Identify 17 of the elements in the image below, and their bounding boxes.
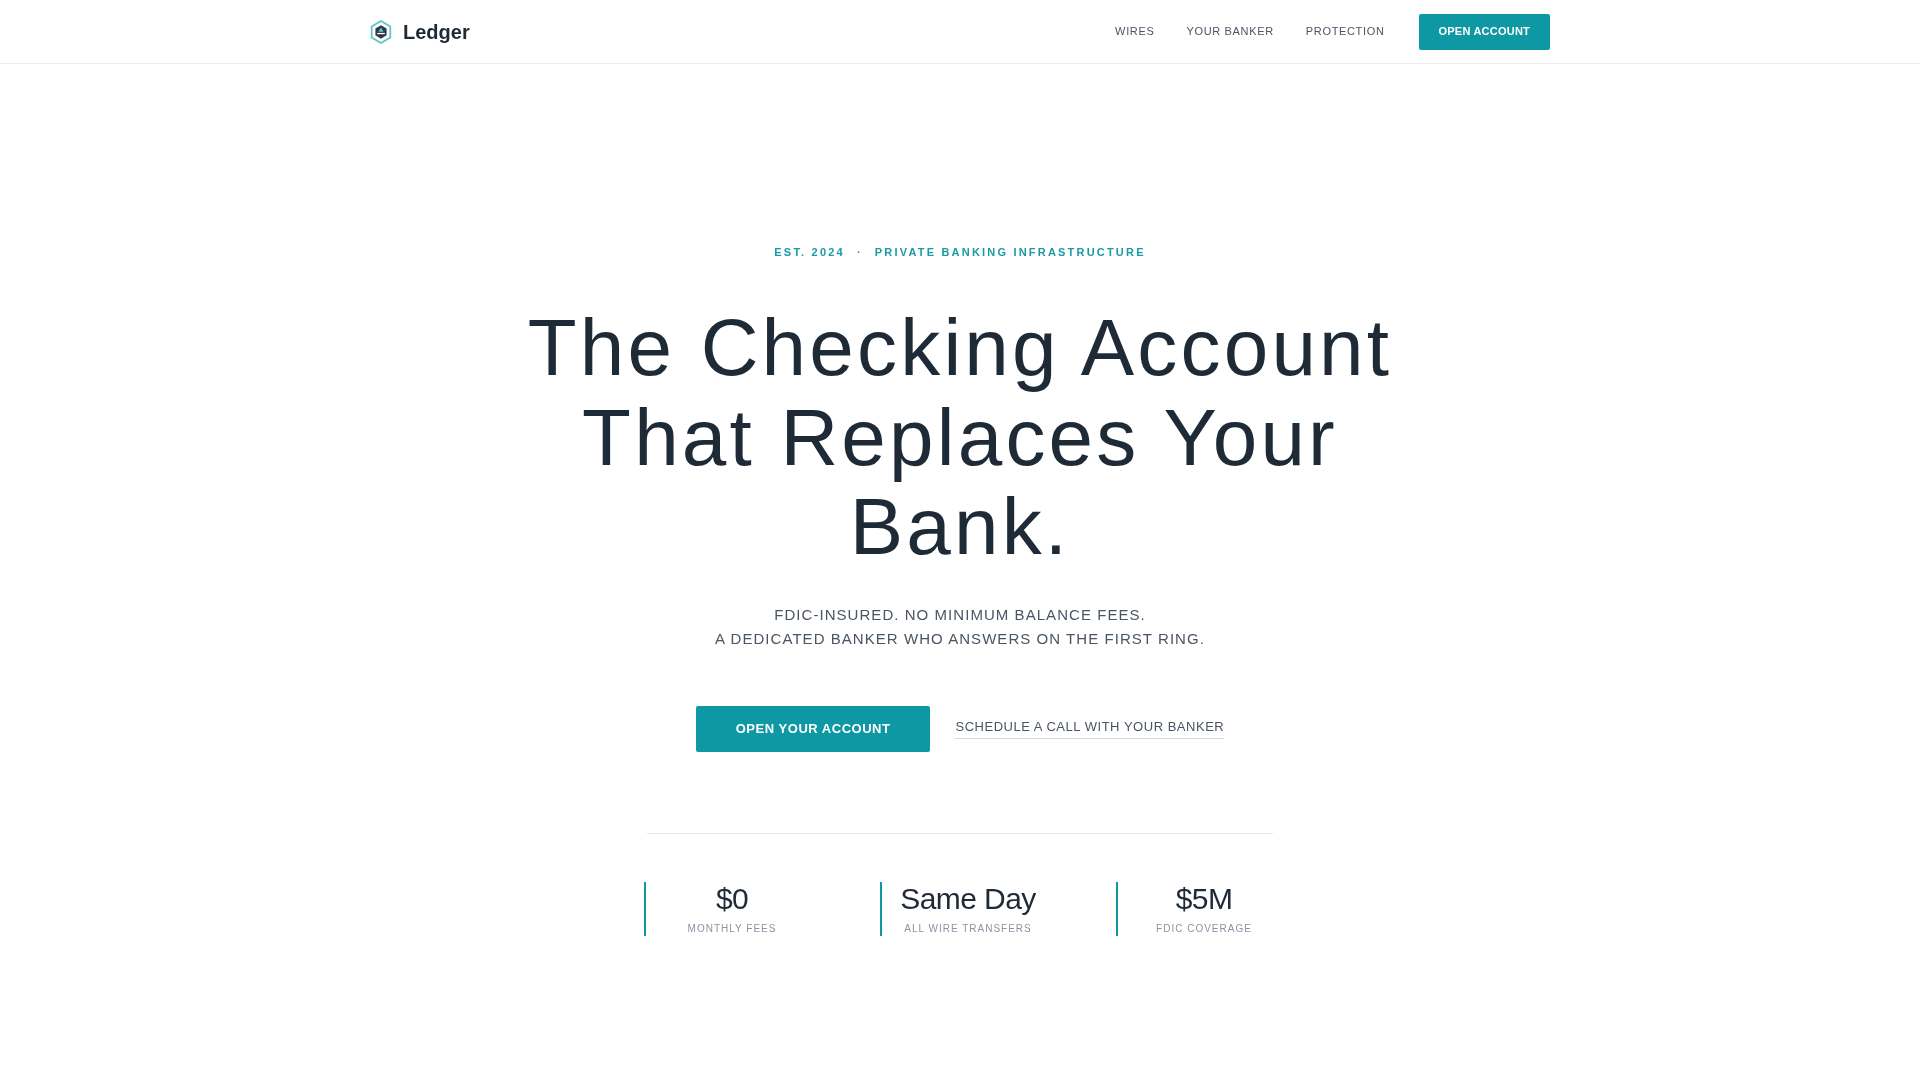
eyebrow-separator: · (856, 245, 863, 260)
eyebrow-text: PRIVATE BANKING INFRASTRUCTURE (874, 245, 1146, 260)
eyebrow-text: EST. 2024 (774, 245, 845, 260)
stat-value: $5M (1175, 881, 1233, 916)
stat-label: MONTHLY FEES (687, 921, 777, 936)
nav-link[interactable]: YOUR BANKER (1186, 26, 1274, 37)
stat-value: $0 (715, 881, 749, 916)
hero-subtitle: FDIC-INSURED. NO MINIMUM BALANCE FEES. A DEDICATED BANKER WHO ANSWERS ON THE FIRST RING. (715, 604, 1205, 649)
brand-name: Ledger (403, 21, 470, 42)
stat-label: FDIC COVERAGE (1156, 921, 1252, 936)
nav-link[interactable]: WIRES (1115, 26, 1155, 37)
nav-link[interactable]: PROTECTION (1305, 26, 1385, 37)
hexagon-logo-icon (370, 19, 392, 44)
hero-headline: The Checking Account That Replaces Your Bank. (526, 303, 1394, 572)
schedule-call-link[interactable]: SCHEDULE A CALL WITH YOUR BANKER (955, 718, 1225, 739)
stat-label: ALL WIRE TRANSFERS (904, 921, 1032, 936)
stat-value: Same Day (900, 881, 1036, 916)
